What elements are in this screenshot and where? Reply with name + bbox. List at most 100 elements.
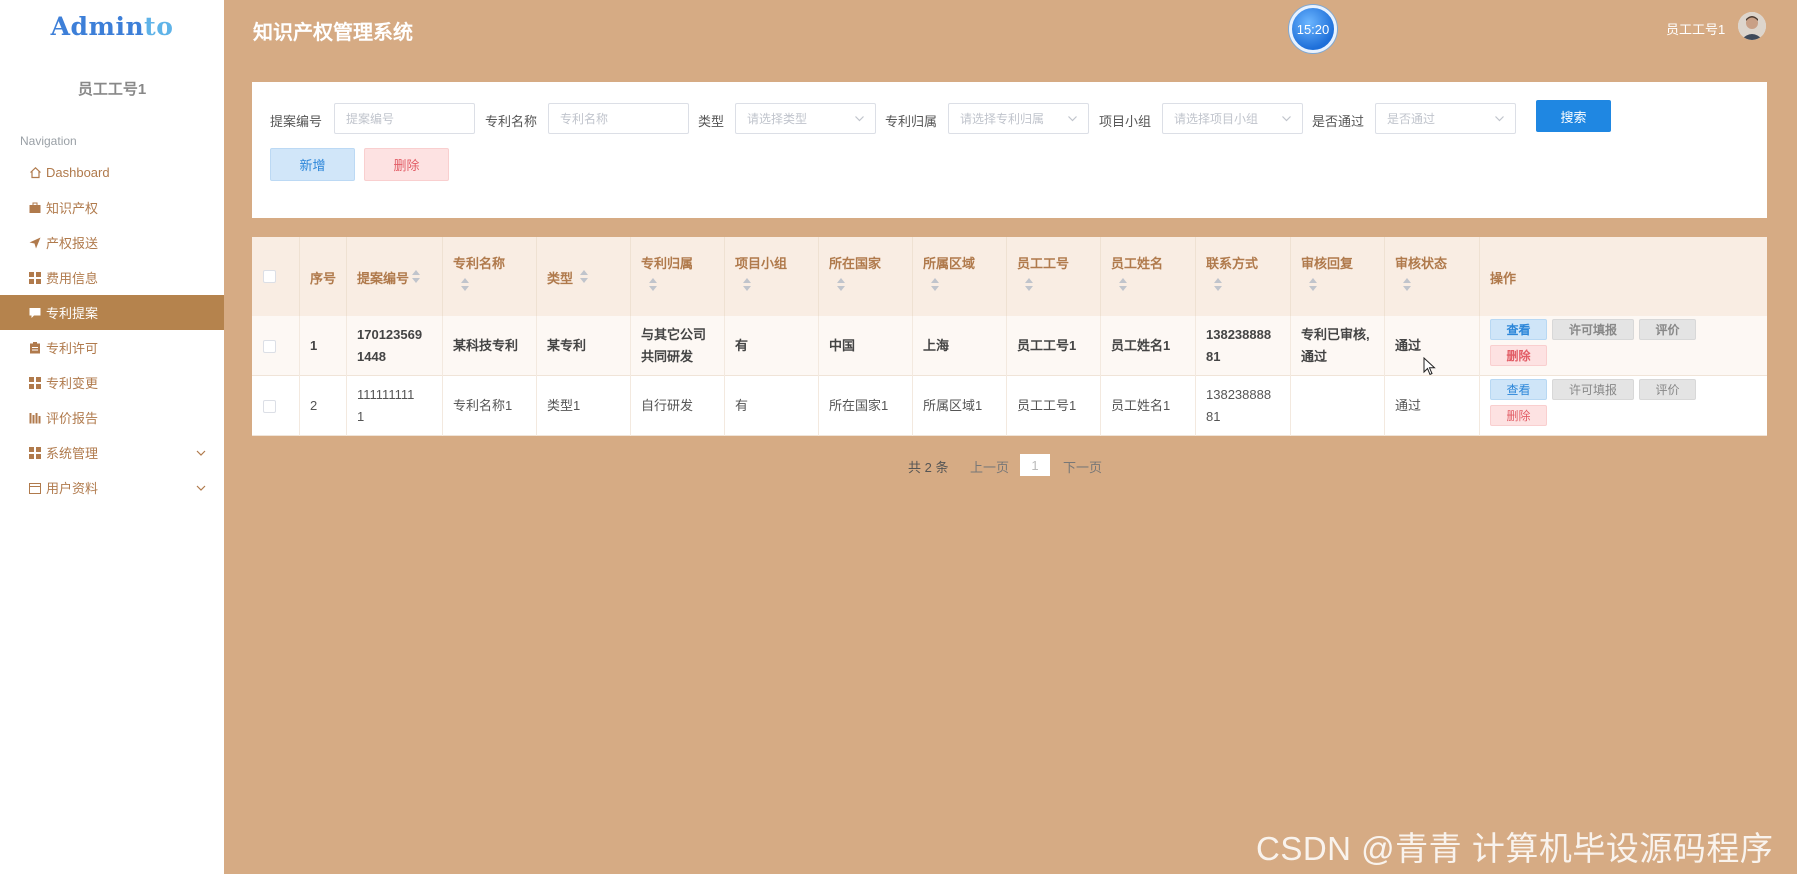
type-select[interactable]: 请选择类型 (735, 103, 876, 134)
table-row[interactable]: 2 111111111 1 专利名称1 类型1 自行研发 有 所在国家1 所属区域… (252, 376, 1767, 436)
sort-icon[interactable] (1309, 278, 1317, 292)
sidebar-item-label: 费用信息 (46, 271, 99, 286)
sort-icon[interactable] (412, 270, 420, 284)
row-checkbox[interactable] (263, 339, 276, 353)
row-select-cell (252, 376, 300, 436)
sort-icon[interactable] (743, 278, 751, 292)
pagination-prev[interactable]: 上一页 (970, 457, 1009, 476)
approved-select[interactable]: 是否通过 (1375, 103, 1516, 134)
column-header[interactable]: 所在国家 (819, 237, 913, 316)
sidebar-item-patent-proposal[interactable]: 专利提案 (0, 295, 224, 330)
select-all-checkbox[interactable] (263, 270, 276, 283)
rate-button[interactable]: 评价 (1639, 379, 1696, 400)
column-header[interactable]: 审核状态 (1385, 237, 1480, 316)
clock-widget: 15:20 (1289, 5, 1337, 53)
column-header-label: 审核状态 (1395, 256, 1448, 271)
column-header-label: 所在国家 (829, 256, 882, 271)
sort-icon[interactable] (649, 278, 657, 292)
search-button[interactable]: 搜索 (1536, 100, 1611, 132)
sidebar-item-system[interactable]: 系统管理 (0, 435, 224, 470)
header-user-name[interactable]: 员工工号1 (1666, 19, 1725, 38)
pagination-page[interactable]: 1 (1020, 454, 1050, 476)
column-header[interactable]: 审核回复 (1291, 237, 1385, 316)
briefcase-icon (28, 201, 42, 215)
view-button[interactable]: 查看 (1490, 319, 1547, 340)
emp-no-cell: 员工工号1 (1007, 316, 1101, 376)
chevron-down-icon[interactable] (196, 481, 206, 491)
select-all-cell (252, 237, 300, 316)
type-select-placeholder: 请选择类型 (747, 112, 808, 126)
sidebar-item-fees[interactable]: 费用信息 (0, 260, 224, 295)
sidebar-item-patent-change[interactable]: 专利变更 (0, 365, 224, 400)
row-checkbox[interactable] (263, 399, 276, 413)
batch-delete-button[interactable]: 删除 (364, 148, 449, 181)
actions-cell: 查看 许可填报 评价 删除 (1480, 376, 1767, 436)
sort-icon[interactable] (1214, 278, 1222, 292)
sidebar-item-ip[interactable]: 知识产权 (0, 190, 224, 225)
emp-name-cell: 员工姓名1 (1101, 316, 1196, 376)
sort-icon[interactable] (580, 270, 588, 284)
delete-button[interactable]: 删除 (1490, 405, 1547, 426)
search-panel: 提案编号 提案编号 专利名称 专利名称 类型 请选择类型 专利归属 请选择专利归… (252, 82, 1767, 218)
column-header-label: 操作 (1490, 271, 1517, 286)
permit-fill-button[interactable]: 许可填报 (1552, 379, 1634, 400)
sort-icon[interactable] (837, 278, 845, 292)
add-button[interactable]: 新增 (270, 148, 355, 181)
column-header-label: 联系方式 (1206, 256, 1259, 271)
logo-text-accent: to (144, 12, 174, 41)
column-header-label: 提案编号 (357, 271, 410, 286)
column-header[interactable]: 提案编号 (347, 237, 443, 316)
sort-icon[interactable] (931, 278, 939, 292)
column-header[interactable]: 类型 (537, 237, 631, 316)
sidebar-item-label: 系统管理 (46, 446, 99, 461)
sort-icon[interactable] (461, 278, 469, 292)
grid-icon (28, 446, 42, 460)
permit-fill-button[interactable]: 许可填报 (1552, 319, 1634, 340)
sidebar-item-ip-submit[interactable]: 产权报送 (0, 225, 224, 260)
sidebar-item-dashboard[interactable]: Dashboard (0, 155, 224, 190)
rate-button[interactable]: 评价 (1639, 319, 1696, 340)
sort-icon[interactable] (1119, 278, 1127, 292)
sort-icon[interactable] (1403, 278, 1411, 292)
sidebar-item-user-profile[interactable]: 用户资料 (0, 470, 224, 505)
owner-line: 共同研发 (641, 349, 694, 364)
sidebar-item-label: 专利提案 (46, 306, 99, 321)
avatar[interactable] (1738, 12, 1766, 40)
chevron-down-icon[interactable] (196, 446, 206, 456)
clipboard-icon (28, 341, 42, 355)
proposal-no-line: 1448 (357, 349, 386, 364)
reply-cell: 专利已审核, 通过 (1291, 316, 1385, 376)
sidebar-menu: Dashboard 知识产权 产权报送 费用信息 专利提案 专利许可 专利变更 (0, 155, 224, 505)
column-header[interactable]: 联系方式 (1196, 237, 1291, 316)
pagination-next[interactable]: 下一页 (1063, 457, 1102, 476)
status-cell: 通过 (1385, 376, 1480, 436)
proposal-no-input[interactable]: 提案编号 (334, 103, 475, 134)
app-title: 知识产权管理系统 (253, 22, 413, 44)
column-header[interactable]: 员工姓名 (1101, 237, 1196, 316)
sidebar-item-label: 评价报告 (46, 411, 99, 426)
proposal-no-label: 提案编号 (270, 114, 323, 129)
proposal-no-cell: 111111111 1 (347, 376, 443, 436)
patent-owner-select[interactable]: 请选择专利归属 (948, 103, 1089, 134)
sidebar-item-evaluation[interactable]: 评价报告 (0, 400, 224, 435)
column-header[interactable]: 专利名称 (443, 237, 537, 316)
delete-button[interactable]: 删除 (1490, 345, 1547, 366)
column-header-label: 员工姓名 (1111, 256, 1164, 271)
table-row[interactable]: 1 170123569 1448 某科技专利 某专利 与其它公司 共同研发 有 中国… (252, 316, 1767, 376)
patent-name-cell: 某科技专利 (443, 316, 537, 376)
app-logo[interactable]: Adminto (0, 12, 224, 41)
sidebar-item-label: 专利变更 (46, 376, 99, 391)
column-header[interactable]: 所属区域 (913, 237, 1007, 316)
index-cell: 1 (300, 316, 347, 376)
sidebar-item-patent-license[interactable]: 专利许可 (0, 330, 224, 365)
column-header[interactable]: 员工工号 (1007, 237, 1101, 316)
patent-name-input[interactable]: 专利名称 (548, 103, 689, 134)
comment-icon (28, 306, 42, 320)
project-group-select[interactable]: 请选择项目小组 (1162, 103, 1303, 134)
sort-icon[interactable] (1025, 278, 1033, 292)
view-button[interactable]: 查看 (1490, 379, 1547, 400)
column-header[interactable]: 专利归属 (631, 237, 725, 316)
reply-line: 专利已审核, (1301, 327, 1370, 342)
column-header[interactable]: 项目小组 (725, 237, 819, 316)
calendar-icon (28, 481, 42, 495)
